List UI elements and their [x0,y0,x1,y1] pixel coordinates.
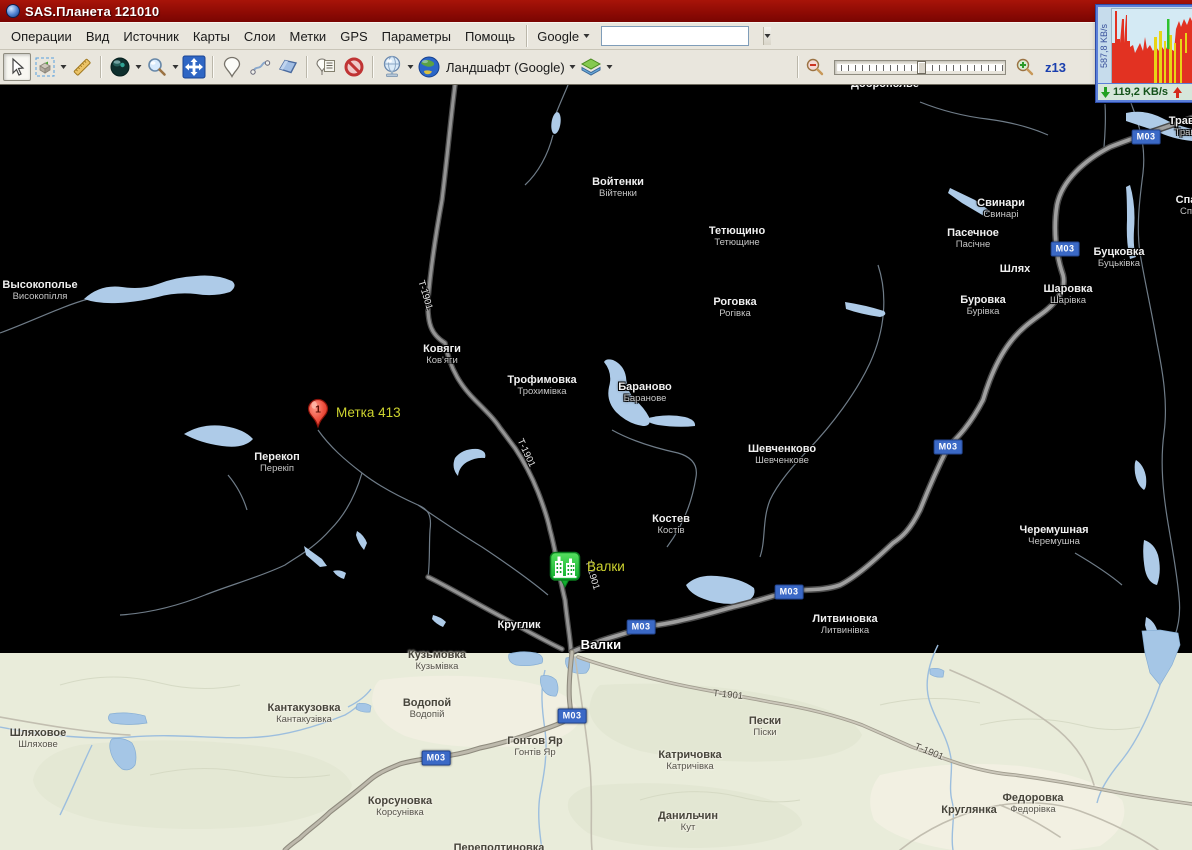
zoom-slider-thumb[interactable] [917,61,926,74]
window-title: SAS.Планета 121010 [25,4,159,19]
add-polygon-button[interactable] [274,53,302,81]
placemark-icon [222,56,242,78]
road-badge: М03 [775,585,804,600]
placemark-metka-413[interactable]: 1 [307,398,329,434]
red-pin-icon: 1 [307,398,329,429]
menu-items: ОперацииВидИсточникКартыСлоиМеткиGPSПара… [4,23,522,49]
layers-dropdown-arrow[interactable] [605,54,614,80]
menu-placemarks[interactable]: Метки [283,25,334,48]
menu-help[interactable]: Помощь [458,25,522,48]
search-button[interactable] [143,53,171,81]
map-tiles [0,85,1192,850]
road-badge: М03 [422,751,451,766]
separator [100,56,102,78]
selection-manager-button[interactable] [31,53,59,81]
menu-bar: ОперацииВидИсточникКартыСлоиМеткиGPSПара… [0,22,1192,50]
map-type-label[interactable]: Ландшафт (Google) [443,60,568,75]
placemark-valki[interactable] [549,551,581,593]
placemark-metka-413-label: Метка 413 [336,405,401,420]
separator [526,25,528,47]
geo-search-combobox[interactable] [601,26,749,46]
earth-globe-icon [417,55,441,79]
upload-arrow-icon [1173,87,1182,98]
add-placemark-button[interactable] [218,53,246,81]
menu-maps[interactable]: Карты [186,25,237,48]
traffic-graph [1111,8,1192,85]
geo-search-input[interactable] [602,27,763,45]
chevron-down-icon [764,33,771,39]
download-manager-button[interactable] [378,53,406,81]
placemark-valki-label: Валки [587,559,625,574]
prohibition-icon [343,56,365,78]
zoom-group: z13 [793,53,1066,81]
hide-placemarks-button[interactable] [340,53,368,81]
menu-source[interactable]: Источник [116,25,186,48]
ruler-button[interactable] [68,53,96,81]
road-badge: М03 [934,440,963,455]
separator [306,56,308,78]
zoom-in-icon [1015,57,1035,77]
menu-operations[interactable]: Операции [4,25,79,48]
dark-globe-icon [109,56,131,78]
download-rate-value: 119,2 KB/s [1113,86,1168,98]
search-provider-label: Google [537,29,579,44]
fill-dropdown-arrow[interactable] [134,54,143,80]
zoom-out-button[interactable] [803,55,827,79]
download-arrow-icon [1101,87,1110,98]
selection-box-icon [34,56,56,78]
placemark-list-icon [315,56,337,78]
zoom-in-button[interactable] [1013,55,1037,79]
magnifier-icon [146,56,168,78]
chevron-down-icon [583,33,590,39]
ruler-icon [71,56,93,78]
city-marker-icon [549,551,581,588]
zoom-slider[interactable] [834,60,1006,75]
select-cursor-button[interactable] [3,53,31,81]
globe-stand-icon [380,55,404,79]
selection-dropdown-arrow[interactable] [59,54,68,80]
separator [372,56,374,78]
separator [212,56,214,78]
map-type-dropdown-arrow[interactable] [568,54,577,80]
separator [797,56,799,78]
main-toolbar: Ландшафт (Google) [0,50,1192,85]
search-provider-dropdown[interactable]: Google [532,26,595,47]
upload-rate-label: 587,8 KB/s [1098,7,1111,85]
combo-dropdown-button[interactable] [763,27,771,45]
menu-gps[interactable]: GPS [333,25,374,48]
road-badge: М03 [1132,130,1161,145]
download-dropdown-arrow[interactable] [406,54,415,80]
map-viewport[interactable]: Доброполье Войтенки Війтенки Тетющино Те… [0,85,1192,850]
rate-status-bar: 119,2 KB/s [1098,83,1192,100]
fill-map-button[interactable] [106,53,134,81]
menu-settings[interactable]: Параметры [375,25,458,48]
polygon-icon [277,56,299,78]
zoom-out-icon [805,57,825,77]
road-badge: М03 [1051,242,1080,257]
layers-button[interactable] [577,53,605,81]
placemark-manager-button[interactable] [312,53,340,81]
app-window: SAS.Планета 121010 ОперацииВидИсточникКа… [0,0,1192,850]
fullscreen-button[interactable] [180,53,208,81]
search-dropdown-arrow[interactable] [171,54,180,80]
network-monitor-window[interactable]: 587,8 KB/s 119,2 KB/s [1096,5,1192,102]
road-badge: М03 [558,709,587,724]
fullscreen-icon [182,55,206,79]
add-path-button[interactable] [246,53,274,81]
title-bar[interactable]: SAS.Планета 121010 [0,0,1192,22]
zoom-level-label: z13 [1045,60,1066,75]
map-source-button[interactable] [415,53,443,81]
layers-icon [579,55,603,79]
path-icon [249,56,271,78]
road-badge: М03 [627,620,656,635]
menu-view[interactable]: Вид [79,25,117,48]
cursor-icon [7,57,27,77]
svg-text:1: 1 [315,404,321,416]
app-icon [6,4,20,18]
menu-layers[interactable]: Слои [237,25,283,48]
